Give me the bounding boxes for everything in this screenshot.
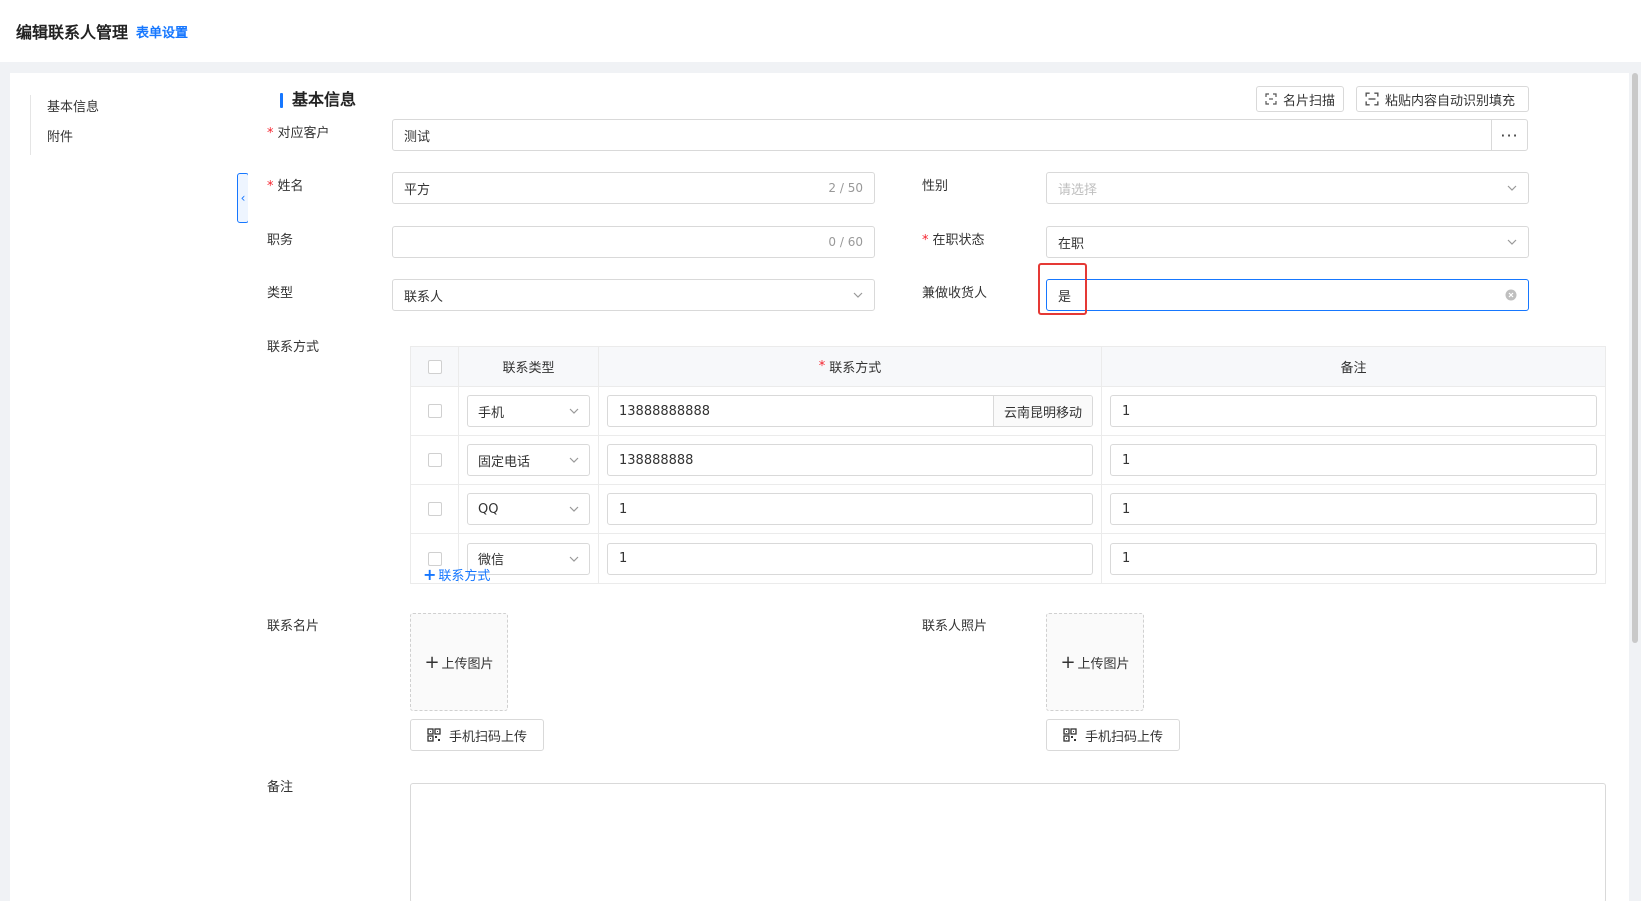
table-header: 联系类型 * 联系方式 备注 [411,347,1605,387]
gender-select[interactable]: 请选择 [1046,172,1529,204]
contact-note-input[interactable]: 1 [1110,395,1597,427]
name-input[interactable]: 平方 2 / 50 [392,172,875,204]
table-row: 手机 13888888888 云南昆明移动 1 [411,387,1605,436]
highlight-box [1038,263,1087,315]
auto-fill-button[interactable]: 粘贴内容自动识别填充 [1356,86,1529,112]
chevron-down-icon [853,292,863,298]
header-type: 联系类型 [459,347,599,386]
card-scan-button[interactable]: 名片扫描 [1256,86,1344,112]
clear-icon[interactable] [1505,289,1517,301]
contact-value-input[interactable]: 138888888 [607,444,1093,476]
qr-code-icon [1063,728,1077,742]
scan-icon [1365,92,1379,106]
consignee-select[interactable]: 是 [1046,279,1529,311]
type-label: 类型 [267,286,294,301]
employment-select[interactable]: 在职 [1046,226,1529,258]
add-contact-method-link[interactable]: + 联系方式 [423,565,490,584]
contact-table: 联系类型 * 联系方式 备注 手机 13888888888 云南昆明移动 1 固定电… [410,346,1606,584]
customer-label: * 对应客户 [267,126,330,141]
more-icon[interactable]: ··· [1491,120,1527,150]
contact-type-select[interactable]: 手机 [467,395,590,427]
header-way: * 联系方式 [599,347,1102,386]
position-input[interactable]: 0 / 60 [392,226,875,258]
contact-methods-label: 联系方式 [267,340,320,355]
remark-textarea[interactable] [410,783,1606,901]
page-title: 编辑联系人管理 [16,23,129,42]
chevron-down-icon [1507,185,1517,191]
chevron-down-icon [569,457,579,463]
chevron-left-icon: ‹ [240,191,246,205]
remark-label: 备注 [267,780,294,795]
page-header: 编辑联系人管理 表单设置 [0,0,1641,62]
position-label: 职务 [267,233,294,248]
business-card-scan-upload-button[interactable]: 手机扫码上传 [410,719,544,751]
contact-note-input[interactable]: 1 [1110,542,1597,575]
business-card-label: 联系名片 [267,619,320,634]
contact-note-input[interactable]: 1 [1110,444,1597,476]
row-checkbox[interactable] [427,502,442,516]
scan-icon [1265,93,1277,105]
photo-upload[interactable]: + 上传图片 [1046,613,1144,711]
customer-field[interactable]: 测试 ··· [392,119,1528,151]
chevron-down-icon [1507,239,1517,245]
plus-icon: + [1060,651,1076,673]
qr-code-icon [427,728,441,742]
plus-icon: + [424,651,440,673]
business-card-upload[interactable]: + 上传图片 [410,613,508,711]
select-all-checkbox[interactable] [427,359,442,374]
contact-type-select[interactable]: 固定电话 [467,444,590,476]
contact-type-select[interactable]: QQ [467,493,590,525]
contact-value-input[interactable]: 1 [607,493,1093,525]
contact-value-input[interactable]: 1 [607,542,1093,575]
sidebar-item-basic-info[interactable]: 基本信息 [47,95,99,125]
table-row: 固定电话 138888888 1 [411,436,1605,485]
contact-note-input[interactable]: 1 [1110,493,1597,525]
row-checkbox[interactable] [427,404,442,418]
main-form: 基本信息 名片扫描 粘贴内容自动识别填充 * 对应客户 测试 ··· * 姓名 平方… [248,73,1629,901]
carrier-suffix: 云南昆明移动 [992,396,1092,426]
scrollbar[interactable] [1632,73,1638,643]
employment-label: * 在职状态 [922,233,985,248]
type-select[interactable]: 联系人 [392,279,875,311]
consignee-label: 兼做收货人 [922,286,988,301]
plus-icon: + [423,565,437,584]
row-checkbox[interactable] [427,453,442,467]
sidebar-nav: 基本信息 附件 [30,95,99,155]
chevron-down-icon [569,556,579,562]
header-note: 备注 [1340,361,1367,376]
table-row: QQ 1 1 [411,485,1605,534]
position-char-count: 0 / 60 [828,235,863,249]
gender-label: 性别 [922,179,949,194]
section-title: 基本信息 [280,90,356,110]
chevron-down-icon [569,408,579,414]
name-char-count: 2 / 50 [828,181,863,195]
form-settings-link[interactable]: 表单设置 [136,22,188,41]
row-checkbox[interactable] [427,551,442,566]
chevron-down-icon [569,506,579,512]
name-label: * 姓名 [267,179,304,194]
sidebar-item-attachments[interactable]: 附件 [47,125,99,155]
table-row: 微信 1 1 [411,534,1605,583]
photo-scan-upload-button[interactable]: 手机扫码上传 [1046,719,1180,751]
sidebar: 基本信息 附件 [10,73,248,901]
contact-value-input[interactable]: 13888888888 云南昆明移动 [607,395,1093,427]
photo-label: 联系人照片 [922,619,988,634]
